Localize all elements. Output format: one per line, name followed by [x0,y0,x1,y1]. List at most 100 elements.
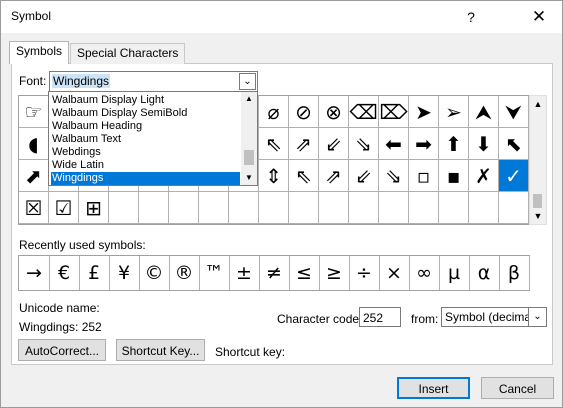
symbol-cell[interactable]: ⬈ [19,160,49,192]
recent-symbol[interactable]: µ [439,256,470,290]
symbol-cell[interactable]: ⇙ [349,160,379,192]
symbol-cell[interactable]: ⊞ [79,192,109,224]
insert-button[interactable]: Insert [397,377,470,399]
scroll-down-icon[interactable]: ▼ [530,208,546,224]
shortcut-key-button[interactable]: Shortcut Key... [116,339,205,361]
symbol-cell[interactable]: ⊘ [289,96,319,128]
font-option[interactable]: Walbaum Display Light [51,94,240,107]
symbol-cell[interactable] [439,192,469,224]
symbol-cell[interactable]: ▫ [409,160,439,192]
symbol-cell[interactable] [289,192,319,224]
symbol-cell[interactable] [469,192,499,224]
close-button[interactable]: ✕ [519,1,559,33]
font-option[interactable]: Wingdings [51,172,240,185]
tab-symbols[interactable]: Symbols [9,41,70,64]
recent-symbol[interactable]: € [49,256,80,290]
symbol-cell[interactable] [409,192,439,224]
font-combo[interactable]: Wingdings ⌄ [49,71,258,92]
symbol-cell[interactable]: ☒ [19,192,49,224]
recent-symbol[interactable]: ÷ [349,256,380,290]
font-option[interactable]: Walbaum Text [51,133,240,146]
symbol-cell[interactable]: ☞ [19,96,49,128]
symbol-cell[interactable]: ✗ [469,160,499,192]
recent-symbol[interactable]: β [499,256,530,290]
character-code-input[interactable]: 252 [359,307,401,327]
recent-symbol[interactable]: ™ [199,256,230,290]
scroll-up-icon[interactable]: ▲ [530,96,546,112]
symbol-cell[interactable]: ⊗ [319,96,349,128]
symbol-cell[interactable] [259,192,289,224]
dialog-title: Symbol [11,9,52,23]
scroll-thumb[interactable] [533,194,542,208]
symbol-cell[interactable] [319,192,349,224]
symbol-dialog: Symbol ? ✕ Symbols Special Characters Fo… [0,0,563,408]
symbol-cell[interactable]: ⬇ [469,128,499,160]
symbol-cell[interactable] [139,192,169,224]
dropdown-scrollbar[interactable]: ▲ ▼ [241,92,257,185]
symbol-cell[interactable]: ➤ [409,96,439,128]
font-option[interactable]: Wide Latin [51,159,240,172]
symbol-cell[interactable]: ➢ [439,96,469,128]
symbol-cell[interactable]: ⌀ [259,96,289,128]
recent-symbol[interactable]: → [19,256,50,290]
symbol-cell[interactable]: ✓ [499,160,529,192]
chevron-down-icon[interactable]: ⌄ [239,73,256,90]
symbol-cell[interactable]: ⇗ [289,128,319,160]
symbol-cell[interactable]: ◖ [19,128,49,160]
symbol-cell[interactable]: ⬅ [379,128,409,160]
unicode-name-label: Unicode name: [19,301,100,315]
recent-symbol[interactable]: © [139,256,170,290]
symbol-cell[interactable]: ⇘ [379,160,409,192]
symbol-cell[interactable]: ⇘ [349,128,379,160]
from-select-value: Symbol (decimal) [445,310,529,324]
recent-symbol[interactable]: ® [169,256,200,290]
symbol-cell[interactable]: ⮟ [499,96,529,128]
font-option[interactable]: Webdings [51,146,240,159]
scroll-up-icon[interactable]: ▲ [241,92,257,106]
recent-symbol[interactable]: £ [79,256,110,290]
symbol-cell[interactable] [109,192,139,224]
title-bar: Symbol ? ✕ [1,1,562,33]
symbol-cell[interactable]: ⬉ [499,128,529,160]
recent-symbol[interactable]: ≥ [319,256,350,290]
scroll-down-icon[interactable]: ▼ [241,171,257,185]
symbol-cell[interactable] [229,192,259,224]
font-option[interactable]: Walbaum Display SemiBold [51,107,240,120]
from-label: from: [411,312,439,326]
symbol-cell[interactable] [169,192,199,224]
recent-symbol[interactable]: ∞ [409,256,440,290]
symbol-cell[interactable]: ⇕ [259,160,289,192]
chevron-down-icon[interactable]: ⌄ [528,308,546,326]
symbol-cell[interactable]: ☑ [49,192,79,224]
symbol-cell[interactable]: ⮝ [469,96,499,128]
scroll-thumb[interactable] [244,150,254,165]
recent-symbol[interactable]: α [469,256,500,290]
symbol-cell[interactable]: ⇖ [259,128,289,160]
recent-symbol[interactable]: ¥ [109,256,140,290]
symbol-grid-scrollbar[interactable]: ▲ ▼ [529,95,547,225]
symbol-cell[interactable]: ➡ [409,128,439,160]
symbol-cell[interactable] [499,192,529,224]
symbol-cell[interactable]: ⇗ [319,160,349,192]
symbol-cell[interactable]: ⌦ [379,96,409,128]
help-button[interactable]: ? [456,1,486,33]
symbol-cell[interactable] [199,192,229,224]
symbol-cell[interactable]: ⇙ [319,128,349,160]
symbol-cell[interactable]: ⬆ [439,128,469,160]
tab-special-characters[interactable]: Special Characters [70,43,186,64]
symbol-cell[interactable]: ▪ [439,160,469,192]
font-dropdown-list: ▲ ▼ Walbaum Display Light Walbaum Display… [48,91,258,186]
recent-symbol[interactable]: ± [229,256,260,290]
recent-symbol[interactable]: ≠ [259,256,290,290]
unicode-name-value: Wingdings: 252 [19,320,102,334]
symbol-cell[interactable]: ⌫ [349,96,379,128]
cancel-button[interactable]: Cancel [481,377,554,399]
recent-symbol[interactable]: × [379,256,410,290]
symbol-cell[interactable] [349,192,379,224]
autocorrect-button[interactable]: AutoCorrect... [18,339,106,361]
symbol-cell[interactable]: ⇖ [289,160,319,192]
symbol-cell[interactable] [379,192,409,224]
recent-symbol[interactable]: ≤ [289,256,320,290]
font-option[interactable]: Walbaum Heading [51,120,240,133]
from-select[interactable]: Symbol (decimal) ⌄ [441,307,547,327]
